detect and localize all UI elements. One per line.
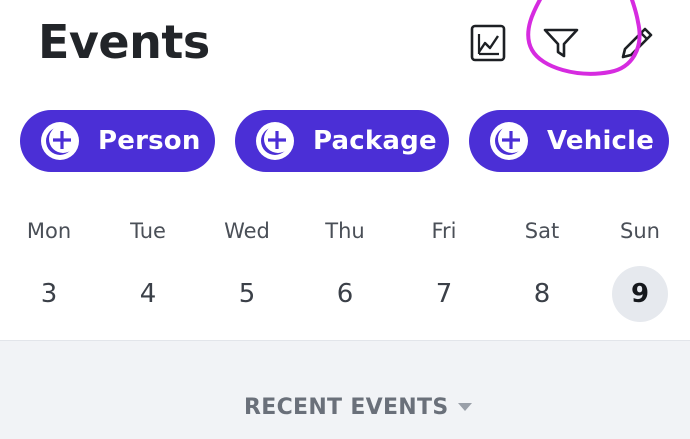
edit-icon-button[interactable] [617,22,657,64]
day-number: 6 [336,279,354,309]
day-number-selected: 9 [612,266,668,322]
day-thu[interactable]: Thu 6 [300,210,390,330]
day-sun[interactable]: Sun 9 [595,210,685,330]
day-number: 5 [238,279,256,309]
filter-icon-button[interactable] [541,22,581,64]
chart-icon-button[interactable] [468,22,508,64]
add-circle-icon [489,121,529,161]
add-circle-icon [255,121,295,161]
day-name: Wed [224,219,270,243]
chip-vehicle[interactable]: Vehicle [469,110,669,172]
recent-events-section: RECENT EVENTS [0,340,690,439]
event-type-chips: Person Package Vehicle [20,110,670,172]
day-mon[interactable]: Mon 3 [4,210,94,330]
day-name: Sun [620,219,660,243]
chip-person[interactable]: Person [20,110,215,172]
day-name: Tue [130,219,166,243]
chip-label: Person [98,126,201,156]
day-sat[interactable]: Sat 8 [497,210,587,330]
day-tue[interactable]: Tue 4 [103,210,193,330]
day-number: 4 [139,279,157,309]
caret-down-icon [458,402,473,412]
day-name: Thu [325,219,365,243]
day-number: 8 [533,279,551,309]
day-name: Sat [524,219,560,243]
chip-label: Vehicle [547,126,655,156]
day-number: 3 [40,279,58,309]
funnel-icon [543,28,579,58]
chip-label: Package [313,126,437,156]
line-chart-icon [470,24,506,62]
day-name: Mon [26,219,72,243]
recent-events-label: RECENT EVENTS [244,394,449,420]
pencil-icon [621,27,653,59]
week-calendar: Mon 3 Tue 4 Wed 5 Thu 6 Fri 7 Sat 8 Sun … [0,210,690,330]
add-circle-icon [40,121,80,161]
chip-package[interactable]: Package [235,110,449,172]
recent-events-toggle[interactable]: RECENT EVENTS [244,391,473,423]
day-fri[interactable]: Fri 7 [399,210,489,330]
events-screen: Events Person Package Vehicle Mon 3 Tue … [0,0,690,439]
page-title: Events [38,15,210,69]
day-number: 7 [435,279,453,309]
day-name: Fri [431,219,457,243]
day-wed[interactable]: Wed 5 [202,210,292,330]
